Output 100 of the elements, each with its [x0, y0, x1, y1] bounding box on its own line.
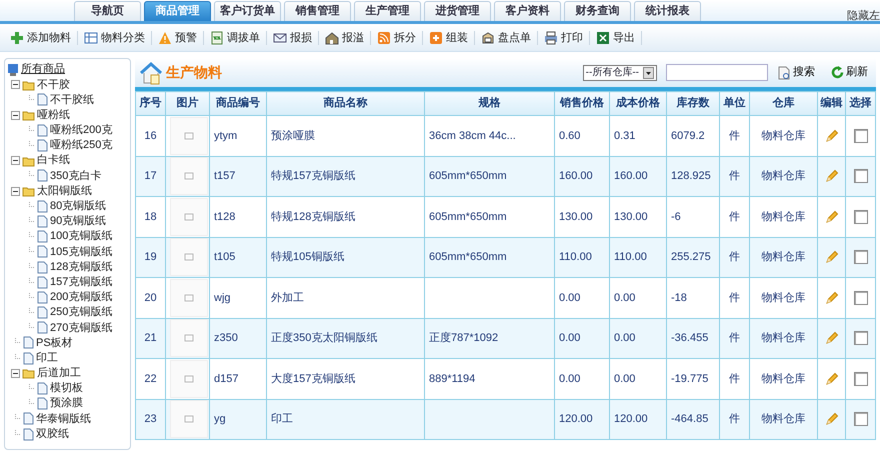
tree-item[interactable]: 华泰铜版纸	[36, 410, 91, 428]
row-checkbox[interactable]	[854, 250, 868, 264]
folder-icon	[22, 109, 35, 122]
pencil-icon[interactable]	[824, 250, 838, 264]
search-field[interactable]	[666, 64, 768, 81]
pencil-icon[interactable]	[824, 290, 838, 305]
document-icon	[22, 352, 34, 365]
document-icon	[36, 124, 48, 137]
tree-item[interactable]: 250克铜版纸	[50, 304, 112, 321]
table-cell: 0.00	[614, 372, 636, 384]
table-cell: 件	[729, 372, 740, 384]
tree-item[interactable]: 太阳铜版纸	[37, 182, 92, 200]
nav-tab[interactable]: 生产管理	[354, 1, 421, 21]
tree-item[interactable]: 不干胶纸	[50, 92, 94, 108]
tree-item[interactable]: 哑粉纸250克	[50, 137, 112, 154]
collapse-icon[interactable]	[11, 110, 20, 120]
table-cell: 160.00	[614, 170, 648, 182]
search-button[interactable]: 搜索	[774, 64, 819, 81]
table-cell: 件	[729, 170, 740, 182]
table-cell: 特规128克铜版纸	[271, 210, 356, 222]
pencil-icon[interactable]	[824, 210, 838, 224]
tree-item[interactable]: 模切板	[50, 380, 83, 397]
image-placeholder-icon	[184, 414, 194, 424]
table-cell: 0.00	[614, 292, 636, 304]
row-checkbox[interactable]	[854, 331, 868, 346]
table-cell: 22	[144, 372, 157, 384]
toolbar-button[interactable]: 添加物料	[4, 30, 78, 44]
table-cell: 物料仓库	[762, 130, 806, 142]
table-cell: 物料仓库	[762, 210, 806, 222]
toolbar-button[interactable]: 报溢	[319, 30, 371, 44]
image-placeholder-icon	[184, 374, 194, 384]
tree-item[interactable]: 128克铜版纸	[50, 258, 112, 276]
tree-item[interactable]: 350克白卡	[50, 168, 102, 184]
pencil-icon[interactable]	[824, 128, 838, 143]
toolbar-button[interactable]: 导出	[590, 30, 642, 44]
tree-item[interactable]: 270克铜版纸	[50, 320, 112, 336]
tree-root-link[interactable]: 所有商品	[21, 61, 65, 78]
tree-item[interactable]: 80克铜版纸	[50, 198, 106, 215]
row-checkbox[interactable]	[854, 290, 868, 305]
tree-item[interactable]: 印工	[36, 350, 58, 366]
nav-tab[interactable]: 进货管理	[424, 1, 491, 21]
document-icon	[36, 214, 48, 228]
toolbar-button[interactable]: 报损	[267, 30, 319, 44]
pencil-icon[interactable]	[824, 169, 838, 184]
toolbar-button[interactable]: 预警	[152, 30, 204, 44]
document-icon	[36, 382, 48, 396]
refresh-button[interactable]: 刷新	[827, 64, 872, 81]
row-checkbox[interactable]	[854, 210, 868, 224]
image-placeholder-icon	[184, 292, 194, 303]
nav-tab[interactable]: 导航页	[74, 1, 141, 21]
nav-tab[interactable]: 财务查询	[564, 1, 631, 21]
row-checkbox[interactable]	[854, 412, 868, 426]
tree-item[interactable]: 90克铜版纸	[50, 213, 106, 230]
collapse-icon[interactable]	[11, 186, 20, 196]
toolbar-button[interactable]: 打印	[538, 30, 590, 44]
row-checkbox[interactable]	[854, 372, 868, 386]
table-cell: 特规157克铜版纸	[271, 170, 356, 182]
warehouse-select[interactable]: --所有仓库--	[582, 64, 657, 80]
table-cell: 605mm*650mm	[429, 210, 507, 222]
tree-item[interactable]: 后道加工	[37, 365, 81, 382]
toolbar-button[interactable]: 物料分类	[78, 30, 152, 44]
table-cell: -19.775	[671, 372, 708, 384]
pencil-icon[interactable]	[824, 372, 838, 386]
tree-item[interactable]: 157克铜版纸	[50, 274, 112, 290]
folder-icon	[22, 367, 35, 380]
collapse-icon[interactable]	[11, 368, 20, 378]
column-header: 销售价格	[554, 92, 610, 116]
tree-item[interactable]: 100克铜版纸	[50, 228, 112, 245]
folder-icon	[22, 185, 35, 198]
tree-item[interactable]: 预涂膜	[50, 395, 83, 412]
tree-item[interactable]: 200克铜版纸	[50, 289, 112, 306]
hide-left-link[interactable]: 隐藏左	[847, 8, 880, 24]
tree-item[interactable]: 双胶纸	[36, 426, 69, 442]
toolbar-button[interactable]: 拆分	[371, 30, 423, 44]
toolbar-button[interactable]: 盘点单	[475, 30, 538, 44]
pencil-icon[interactable]	[824, 412, 838, 426]
tree-item[interactable]: PS板材	[36, 334, 73, 352]
row-checkbox[interactable]	[854, 128, 868, 143]
table-cell: 特规105铜版纸	[271, 251, 344, 263]
nav-tab[interactable]: 销售管理	[284, 1, 351, 21]
table-cell: 物料仓库	[762, 292, 806, 304]
table-cell: 36cm 38cm 44c...	[429, 130, 516, 142]
nav-tab[interactable]: 客户资料	[494, 1, 561, 21]
document-icon	[36, 260, 48, 274]
collapse-icon[interactable]	[11, 80, 20, 90]
tree-item[interactable]: 哑粉纸200克	[50, 122, 112, 139]
nav-tab[interactable]: 统计报表	[634, 1, 701, 21]
tree-item[interactable]: 哑粉纸	[37, 106, 70, 124]
tree-item[interactable]: 不干胶	[37, 76, 70, 94]
collapse-icon[interactable]	[11, 156, 20, 166]
document-icon	[36, 245, 48, 258]
nav-tab[interactable]: 客户订货单	[214, 1, 281, 21]
tree-item[interactable]: 白卡纸	[37, 152, 70, 169]
toolbar-button[interactable]: 调拔单	[204, 30, 267, 44]
toolbar-button[interactable]: 组装	[423, 30, 475, 44]
row-checkbox[interactable]	[854, 169, 868, 184]
column-header: 商品编号	[210, 92, 266, 116]
pencil-icon[interactable]	[824, 331, 838, 346]
column-header: 规格	[424, 92, 554, 116]
tree-item[interactable]: 105克铜版纸	[50, 244, 112, 260]
